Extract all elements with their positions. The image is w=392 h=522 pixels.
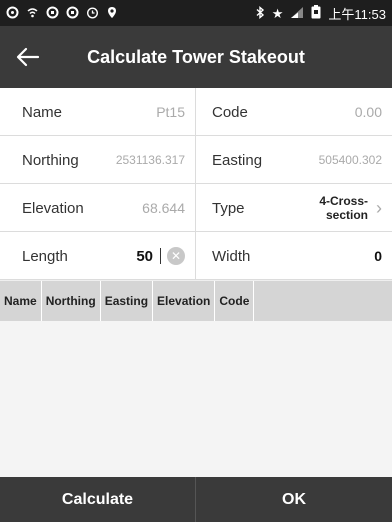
length-value: 50 <box>136 247 153 265</box>
arrow-left-icon <box>16 47 40 67</box>
sync-icon <box>46 6 59 21</box>
length-field[interactable]: Length 50 ✕ <box>0 232 196 280</box>
calculate-button[interactable]: Calculate <box>0 477 196 522</box>
results-table-body[interactable] <box>0 321 392 477</box>
northing-field[interactable]: Northing 2531136.317 <box>0 136 196 184</box>
type-value-line2: section <box>325 208 368 222</box>
column-header-elevation[interactable]: Elevation <box>153 281 216 321</box>
type-value-line1: 4-Cross- <box>319 194 368 208</box>
elevation-value: 68.644 <box>142 200 185 216</box>
type-selector[interactable]: Type 4-Cross- section › <box>196 184 392 232</box>
length-input[interactable]: 50 ✕ <box>136 247 185 265</box>
column-header-name[interactable]: Name <box>0 281 42 321</box>
title-bar: Calculate Tower Stakeout <box>0 26 392 88</box>
status-bar: ★ 上午11:53 <box>0 0 392 26</box>
bottom-action-bar: Calculate OK <box>0 477 392 522</box>
notification-icon <box>6 6 19 21</box>
form-row-length-width: Length 50 ✕ Width 0 <box>0 232 392 280</box>
northing-label: Northing <box>22 151 79 169</box>
wifi-hotspot-icon <box>26 6 39 21</box>
battery-icon <box>311 5 321 21</box>
signal-icon <box>290 6 304 21</box>
back-button[interactable] <box>0 26 56 88</box>
width-field[interactable]: Width 0 <box>196 232 392 280</box>
elevation-label: Elevation <box>22 199 84 217</box>
form-row-elevation-type: Elevation 68.644 Type 4-Cross- section › <box>0 184 392 232</box>
column-header-northing[interactable]: Northing <box>42 281 101 321</box>
clear-icon[interactable]: ✕ <box>167 247 185 265</box>
bluetooth-icon <box>255 5 265 21</box>
stakeout-form: Name Pt15 Code 0.00 Northing 2531136.317… <box>0 88 392 280</box>
results-table-header: Name Northing Easting Elevation Code <box>0 281 392 321</box>
form-row-name-code: Name Pt15 Code 0.00 <box>0 88 392 136</box>
name-label: Name <box>22 103 63 121</box>
column-header-code[interactable]: Code <box>215 281 255 321</box>
ok-button[interactable]: OK <box>196 477 392 522</box>
form-row-northing-easting: Northing 2531136.317 Easting 505400.302 <box>0 136 392 184</box>
name-field[interactable]: Name Pt15 <box>0 88 196 136</box>
code-value: 0.00 <box>354 104 382 120</box>
column-header-easting[interactable]: Easting <box>101 281 154 321</box>
type-value: 4-Cross- section <box>319 194 376 222</box>
page-title: Calculate Tower Stakeout <box>87 46 305 67</box>
code-label: Code <box>212 103 248 121</box>
location-icon <box>106 6 118 21</box>
star-icon: ★ <box>271 5 284 21</box>
width-value: 0 <box>374 248 382 264</box>
code-field[interactable]: Code 0.00 <box>196 88 392 136</box>
text-cursor <box>160 248 161 264</box>
name-value: Pt15 <box>156 104 185 120</box>
easting-value: 505400.302 <box>318 153 382 167</box>
type-label: Type <box>212 199 245 217</box>
elevation-field[interactable]: Elevation 68.644 <box>0 184 196 232</box>
width-label: Width <box>212 247 251 265</box>
clock-time: 上午11:53 <box>328 6 386 22</box>
chevron-right-icon: › <box>376 197 382 218</box>
sync-icon <box>66 6 79 21</box>
timer-icon <box>86 6 99 21</box>
easting-field[interactable]: Easting 505400.302 <box>196 136 392 184</box>
length-label: Length <box>22 247 68 265</box>
northing-value: 2531136.317 <box>115 153 185 167</box>
easting-label: Easting <box>212 151 263 169</box>
